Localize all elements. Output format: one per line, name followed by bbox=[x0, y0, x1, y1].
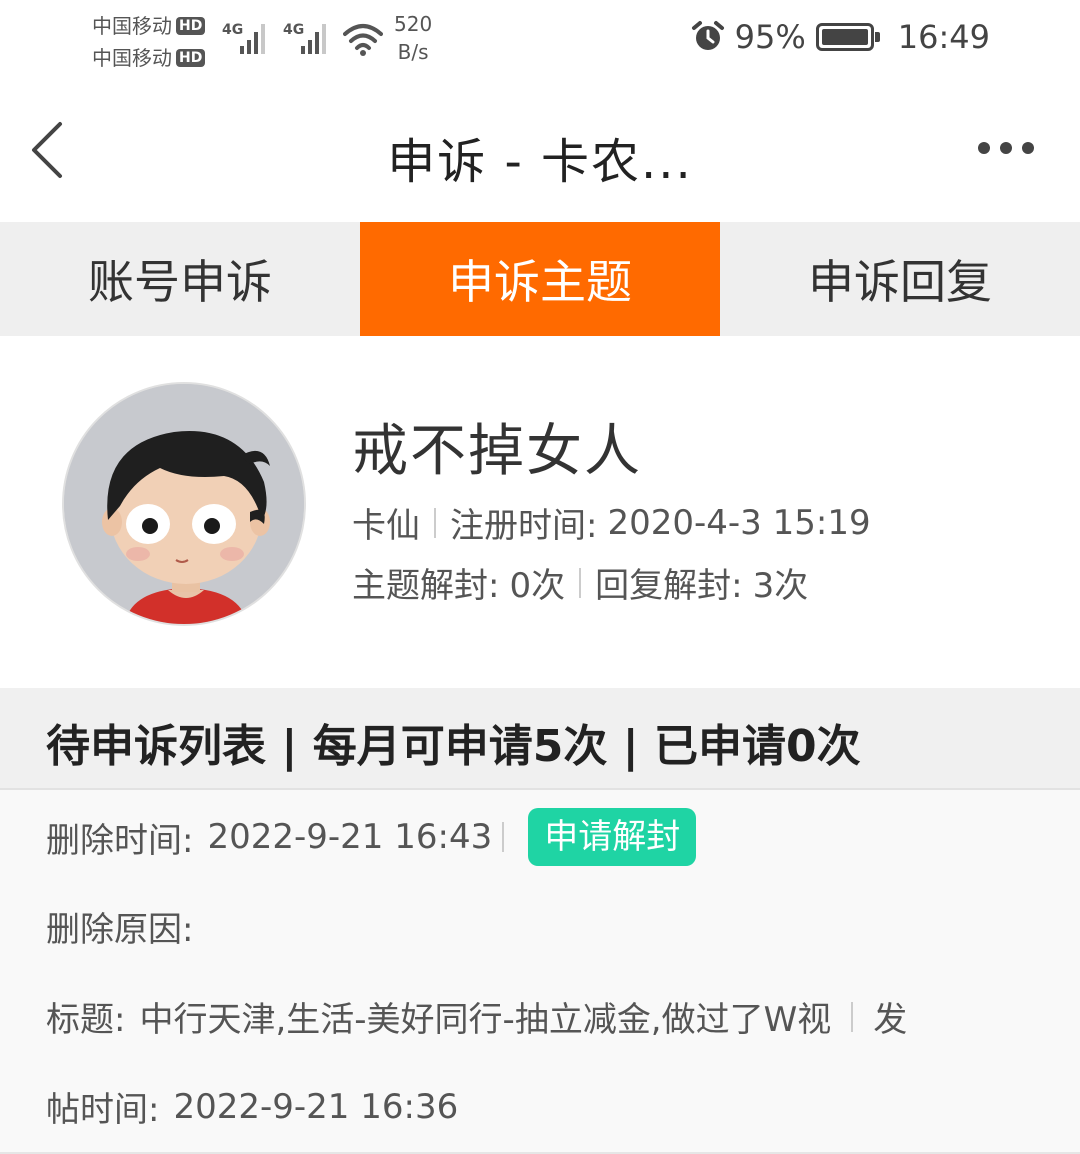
page-title: 申诉 - 卡农... bbox=[387, 134, 693, 190]
profile-meta: 卡仙 注册时间: 2020-4-3 15:19 bbox=[352, 498, 871, 547]
post-title[interactable]: 中行天津,生活-美好同行-抽立减金,做过了W视 bbox=[139, 992, 831, 1041]
signal-icon: 4G bbox=[222, 20, 265, 54]
avatar bbox=[62, 382, 306, 626]
list-item: 删除时间: 2022-9-21 16:43 申请解封 删除原因: 标题: 中行天… bbox=[0, 790, 1080, 1154]
pending-list-header: 待申诉列表 | 每月可申请5次 | 已申请0次 bbox=[0, 688, 1080, 790]
battery-icon bbox=[815, 23, 880, 51]
tab-account-appeal[interactable]: 账号申诉 bbox=[0, 222, 360, 336]
carrier-info: 中国移动 HD 中国移动 HD bbox=[92, 10, 206, 74]
delete-time: 2022-9-21 16:43 bbox=[207, 817, 493, 857]
status-right: 95% 16:49 bbox=[691, 18, 990, 56]
delete-reason-label: 删除原因: bbox=[46, 910, 194, 950]
user-level: 卡仙 bbox=[352, 506, 420, 546]
divider bbox=[579, 567, 582, 598]
topic-unblock-count: 0次 bbox=[509, 566, 566, 606]
more-horizontal-icon[interactable] bbox=[978, 142, 1034, 154]
carrier-1: 中国移动 bbox=[92, 14, 172, 38]
divider bbox=[434, 507, 436, 538]
post-title-row: 标题: 中行天津,生活-美好同行-抽立减金,做过了W视 发 bbox=[46, 992, 907, 1041]
delete-time-row: 删除时间: 2022-9-21 16:43 申请解封 bbox=[46, 808, 697, 866]
delete-time-label: 删除时间: bbox=[46, 820, 194, 861]
divider bbox=[502, 822, 505, 852]
post-time-row: 帖时间: 2022-9-21 16:36 bbox=[46, 1082, 458, 1131]
status-bar: 中国移动 HD 中国移动 HD 4G 4G 520 B/s 95% 16:49 bbox=[0, 0, 1080, 80]
apply-unblock-button[interactable]: 申请解封 bbox=[528, 808, 697, 866]
post-time-label-start: 发 bbox=[873, 1000, 908, 1040]
battery-percent: 95% bbox=[734, 18, 806, 56]
reply-unblock-count: 3次 bbox=[752, 566, 809, 606]
register-time: 2020-4-3 15:19 bbox=[607, 502, 871, 543]
delete-reason-row: 删除原因: bbox=[46, 902, 193, 951]
app-header: 申诉 - 卡农... bbox=[0, 80, 1080, 222]
carrier-2: 中国移动 bbox=[92, 46, 172, 70]
tab-bar: 账号申诉 申诉主题 申诉回复 bbox=[0, 222, 1080, 336]
alarm-icon bbox=[691, 21, 724, 50]
topic-unblock-label: 主题解封: bbox=[352, 566, 500, 606]
wifi-icon bbox=[343, 24, 383, 56]
divider bbox=[851, 1001, 854, 1032]
hd-badge: HD bbox=[176, 17, 206, 35]
post-time-label: 帖时间: bbox=[46, 1090, 160, 1130]
username: 戒不掉女人 bbox=[352, 419, 642, 484]
register-label: 注册时间: bbox=[450, 506, 598, 546]
hd-badge: HD bbox=[176, 49, 206, 67]
net-speed: 520 B/s bbox=[394, 12, 433, 64]
unblock-stats: 主题解封: 0次 回复解封: 3次 bbox=[352, 558, 808, 607]
post-title-label: 标题: bbox=[46, 1000, 126, 1040]
tab-reply-appeal[interactable]: 申诉回复 bbox=[720, 222, 1080, 336]
signal-icon: 4G bbox=[283, 20, 326, 54]
pending-list-title: 待申诉列表 | 每月可申请5次 | 已申请0次 bbox=[46, 721, 861, 772]
clock: 16:49 bbox=[897, 18, 990, 56]
tab-topic-appeal[interactable]: 申诉主题 bbox=[360, 222, 720, 336]
reply-unblock-label: 回复解封: bbox=[595, 566, 743, 606]
user-profile: 戒不掉女人 卡仙 注册时间: 2020-4-3 15:19 主题解封: 0次 回… bbox=[0, 336, 1080, 688]
post-time: 2022-9-21 16:36 bbox=[173, 1086, 459, 1127]
